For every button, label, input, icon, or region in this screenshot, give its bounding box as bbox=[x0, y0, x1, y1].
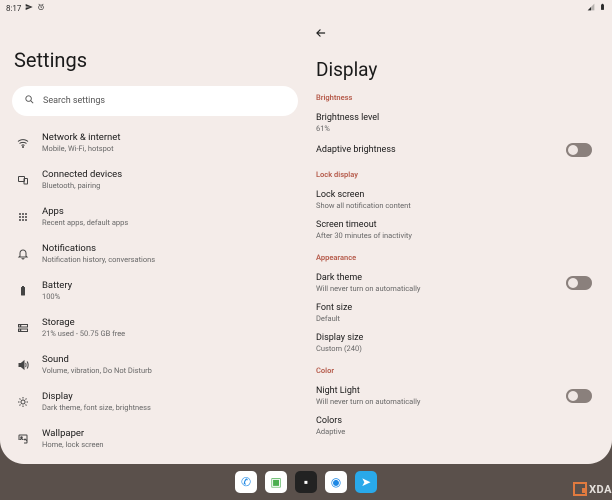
setting-row[interactable]: Display sizeCustom (240) bbox=[314, 328, 594, 358]
settings-category-devices[interactable]: Connected devicesBluetooth, pairing bbox=[12, 161, 298, 198]
xda-logo-icon bbox=[573, 482, 587, 496]
setting-row[interactable]: Brightness level61% bbox=[314, 108, 594, 138]
status-time: 8:17 bbox=[6, 4, 21, 13]
setting-title: Display size bbox=[316, 333, 363, 343]
setting-subtitle: Will never turn on automatically bbox=[316, 397, 420, 406]
category-subtitle: Home, lock screen bbox=[42, 440, 104, 449]
settings-category-display[interactable]: DisplayDark theme, font size, brightness bbox=[12, 383, 298, 420]
settings-category-wifi[interactable]: Network & internetMobile, Wi-Fi, hotspot bbox=[12, 124, 298, 161]
category-subtitle: Dark theme, font size, brightness bbox=[42, 403, 151, 412]
section-label: Lock display bbox=[316, 170, 594, 179]
battery-icon bbox=[16, 285, 30, 297]
watermark-text: XDA bbox=[589, 483, 612, 496]
setting-title: Screen timeout bbox=[316, 220, 412, 230]
settings-pane: Settings Search settings Network & inter… bbox=[0, 16, 306, 464]
toggle-switch[interactable] bbox=[566, 276, 592, 290]
category-title: Network & internet bbox=[42, 132, 120, 143]
setting-title: Adaptive brightness bbox=[316, 145, 396, 155]
setting-title: Colors bbox=[316, 416, 345, 426]
settings-category-list: Network & internetMobile, Wi-Fi, hotspot… bbox=[12, 124, 298, 464]
settings-category-bell[interactable]: NotificationsNotification history, conve… bbox=[12, 235, 298, 272]
setting-row[interactable]: Screen timeoutAfter 30 minutes of inacti… bbox=[314, 215, 594, 245]
setting-row[interactable]: Lock screenShow all notification content bbox=[314, 185, 594, 215]
signal-icon bbox=[587, 3, 595, 13]
settings-title: Settings bbox=[14, 48, 298, 72]
display-sections: Brightness Brightness level61% Adaptive br… bbox=[314, 93, 594, 441]
send-icon bbox=[25, 3, 33, 13]
category-subtitle: 21% used - 50.75 GB free bbox=[42, 329, 125, 338]
setting-subtitle: After 30 minutes of inactivity bbox=[316, 231, 412, 240]
category-title: Wallpaper bbox=[42, 428, 104, 439]
setting-subtitle: Custom (240) bbox=[316, 344, 363, 353]
category-title: Notifications bbox=[42, 243, 155, 254]
category-subtitle: 100% bbox=[42, 292, 72, 301]
settings-category-apps[interactable]: AppsRecent apps, default apps bbox=[12, 198, 298, 235]
setting-row[interactable]: ColorsAdaptive bbox=[314, 411, 594, 441]
settings-category-storage[interactable]: Storage21% used - 50.75 GB free bbox=[12, 309, 298, 346]
setting-row[interactable]: Adaptive brightness bbox=[314, 138, 594, 162]
settings-category-wallpaper[interactable]: WallpaperHome, lock screen bbox=[12, 420, 298, 457]
category-subtitle: Recent apps, default apps bbox=[42, 218, 128, 227]
back-button[interactable] bbox=[314, 25, 328, 44]
setting-row[interactable]: Night LightWill never turn on automatica… bbox=[314, 381, 594, 411]
toggle-switch[interactable] bbox=[566, 143, 592, 157]
toggle-switch[interactable] bbox=[566, 389, 592, 403]
settings-category-battery[interactable]: Battery100% bbox=[12, 272, 298, 309]
search-icon bbox=[24, 94, 35, 108]
corner-decoration bbox=[588, 440, 612, 464]
storage-icon bbox=[16, 322, 30, 334]
search-input[interactable]: Search settings bbox=[12, 86, 298, 116]
display-pane: Display Brightness Brightness level61% Ada… bbox=[306, 16, 612, 464]
setting-title: Lock screen bbox=[316, 190, 411, 200]
section-label: Brightness bbox=[316, 93, 594, 102]
search-placeholder: Search settings bbox=[43, 96, 105, 106]
setting-row[interactable]: Dark themeWill never turn on automatical… bbox=[314, 268, 594, 298]
wifi-icon bbox=[16, 137, 30, 149]
main-split: Settings Search settings Network & inter… bbox=[0, 16, 612, 464]
setting-title: Font size bbox=[316, 303, 352, 313]
status-bar: 8:17 bbox=[0, 0, 612, 16]
category-title: Battery bbox=[42, 280, 72, 291]
display-icon bbox=[16, 396, 30, 408]
setting-title: Dark theme bbox=[316, 273, 420, 283]
setting-subtitle: Default bbox=[316, 314, 352, 323]
setting-subtitle: 61% bbox=[316, 124, 379, 133]
devices-icon bbox=[16, 174, 30, 186]
category-title: Apps bbox=[42, 206, 128, 217]
category-subtitle: Volume, vibration, Do Not Disturb bbox=[42, 366, 152, 375]
setting-subtitle: Adaptive bbox=[316, 427, 345, 436]
category-title: Sound bbox=[42, 354, 152, 365]
bell-icon bbox=[16, 248, 30, 260]
section-label: Appearance bbox=[316, 253, 594, 262]
category-title: Storage bbox=[42, 317, 125, 328]
settings-category-sound[interactable]: SoundVolume, vibration, Do Not Disturb bbox=[12, 346, 298, 383]
settings-category-accessibility[interactable]: AccessibilityDisplay, interaction, audio bbox=[12, 457, 298, 464]
category-subtitle: Mobile, Wi-Fi, hotspot bbox=[42, 144, 120, 153]
setting-subtitle: Show all notification content bbox=[316, 201, 411, 210]
category-title: Display bbox=[42, 391, 151, 402]
xda-watermark: XDA bbox=[573, 482, 612, 496]
setting-subtitle: Will never turn on automatically bbox=[316, 284, 420, 293]
taskbar-apps: ✆ ▣ ▪ ◉ ➤ bbox=[235, 471, 377, 493]
taskbar: ✆ ▣ ▪ ◉ ➤ XDA bbox=[0, 464, 612, 500]
setting-row[interactable]: Font sizeDefault bbox=[314, 298, 594, 328]
section-label: Color bbox=[316, 366, 594, 375]
apps-icon bbox=[16, 211, 30, 223]
taskbar-app-browser[interactable]: ◉ bbox=[325, 471, 347, 493]
taskbar-app-files[interactable]: ▣ bbox=[265, 471, 287, 493]
taskbar-app-telegram[interactable]: ➤ bbox=[355, 471, 377, 493]
corner-decoration bbox=[0, 440, 24, 464]
category-subtitle: Notification history, conversations bbox=[42, 255, 155, 264]
alarm-icon bbox=[37, 3, 45, 13]
battery-icon bbox=[599, 2, 606, 14]
setting-title: Brightness level bbox=[316, 113, 379, 123]
category-subtitle: Bluetooth, pairing bbox=[42, 181, 122, 190]
category-title: Connected devices bbox=[42, 169, 122, 180]
display-title: Display bbox=[316, 58, 594, 81]
setting-title: Night Light bbox=[316, 386, 420, 396]
sound-icon bbox=[16, 359, 30, 371]
taskbar-app-terminal[interactable]: ▪ bbox=[295, 471, 317, 493]
taskbar-app-phone[interactable]: ✆ bbox=[235, 471, 257, 493]
